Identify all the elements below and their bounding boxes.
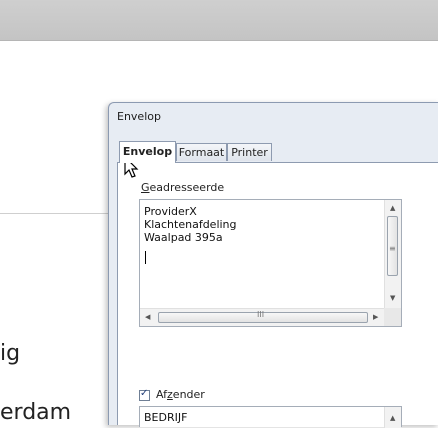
sender-label: Afzender <box>156 388 205 401</box>
vertical-scroll-thumb[interactable]: ≡ <box>387 216 398 276</box>
horizontal-scrollbar[interactable]: ◀ III ▶ <box>140 308 385 326</box>
document-ruler-line <box>0 213 110 214</box>
addressee-label-accel: G <box>141 181 150 194</box>
addressee-label-rest: eadresseerde <box>149 181 225 194</box>
dialog-title: Envelop <box>117 110 161 123</box>
sender-vertical-scrollbar[interactable]: ▲ <box>384 407 401 428</box>
vertical-scrollbar[interactable]: ▲ ≡ ▼ <box>384 200 401 308</box>
sender-line-1: BEDRIJF <box>144 411 188 424</box>
scroll-right-icon[interactable]: ▶ <box>373 313 378 321</box>
sender-label-post: ender <box>172 388 205 401</box>
scroll-up-icon[interactable]: ▲ <box>390 204 395 212</box>
document-area: ig erdam <box>0 41 110 425</box>
document-text-line-2: erdam <box>0 400 72 425</box>
addressee-line-3: Waalpad 395a <box>144 231 223 244</box>
grip-icon: ≡ <box>389 244 396 253</box>
addressee-label: Geadresseerde <box>141 181 224 194</box>
scrollbar-corner <box>384 308 401 326</box>
addressee-line-1: ProviderX <box>144 205 197 218</box>
horizontal-scroll-thumb[interactable]: III <box>158 310 368 323</box>
sender-label-pre: Af <box>156 388 168 401</box>
text-caret <box>145 251 146 264</box>
scroll-down-icon[interactable]: ▼ <box>390 294 395 302</box>
scroll-up-icon[interactable]: ▲ <box>390 414 395 422</box>
grip-icon: III <box>257 310 265 319</box>
check-icon: ✓ <box>140 388 149 399</box>
envelope-dialog: Envelop Envelop Formaat Printer Geadress… <box>108 102 438 428</box>
tab-formaat[interactable]: Formaat <box>176 143 227 161</box>
tab-printer[interactable]: Printer <box>227 143 272 161</box>
addressee-textarea[interactable]: ProviderX Klachtenafdeling Waalpad 395a … <box>139 199 402 327</box>
scroll-left-icon[interactable]: ◀ <box>145 313 150 321</box>
tab-envelop[interactable]: Envelop <box>119 141 176 163</box>
sender-checkbox[interactable]: ✓ <box>139 388 150 401</box>
addressee-line-2: Klachtenafdeling <box>144 218 237 231</box>
document-text-line-1: ig <box>0 341 21 366</box>
app-toolbar-strip <box>0 0 438 41</box>
